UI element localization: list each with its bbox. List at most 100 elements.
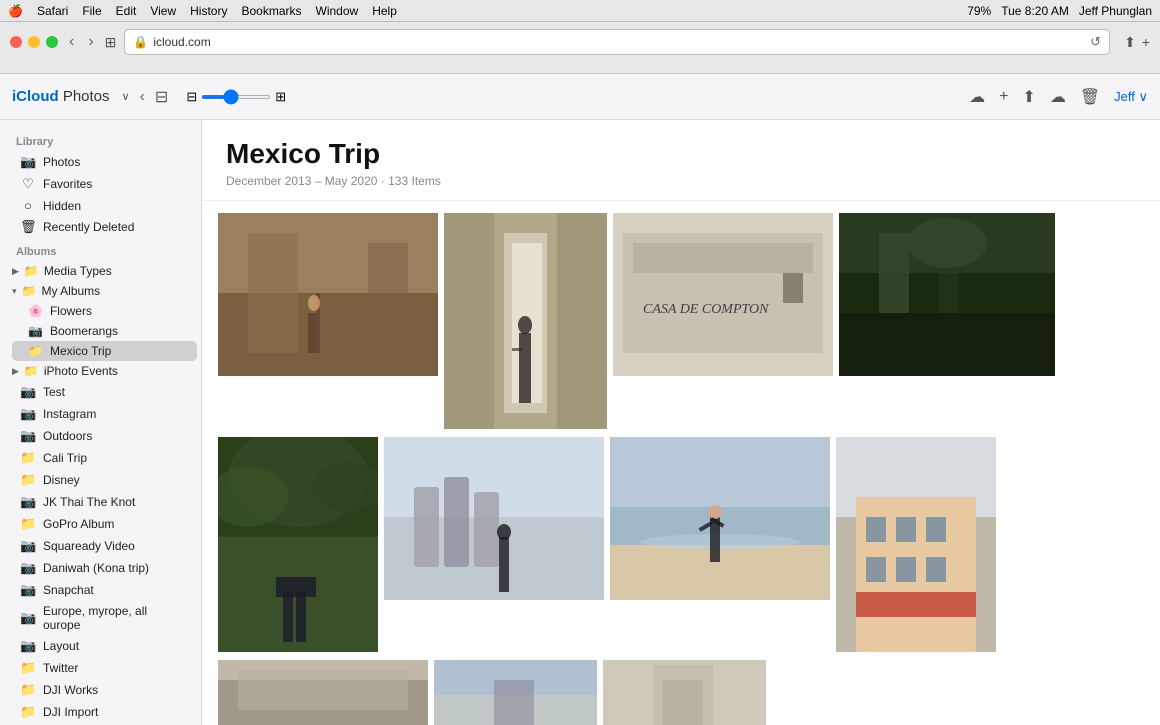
photo-row	[218, 660, 1144, 725]
sidebar-item-label: Snapchat	[43, 583, 94, 597]
dji-works-icon: 📁	[20, 682, 36, 698]
maximize-window-button[interactable]	[46, 36, 58, 48]
photo-item[interactable]: CASA DE COMPTON	[613, 213, 833, 376]
photo-item[interactable]	[444, 213, 607, 429]
sidebar-item-photos[interactable]: 📷 Photos	[4, 151, 197, 173]
sidebar-item-label: Daniwah (Kona trip)	[43, 561, 149, 575]
add-button[interactable]: +	[999, 88, 1008, 106]
sidebar-item-hidden[interactable]: ○ Hidden	[4, 195, 197, 216]
photo-item[interactable]	[218, 437, 378, 652]
squaready-icon: 📷	[20, 538, 36, 554]
new-tab-button[interactable]: +	[1142, 34, 1150, 50]
photo-item[interactable]	[839, 213, 1055, 376]
sidebar-item-twitter[interactable]: 📁 Twitter	[4, 657, 197, 679]
zoom-slider[interactable]	[201, 95, 271, 99]
sidebar-item-cali-trip[interactable]: 📁 Cali Trip	[4, 447, 197, 469]
album-date-range: December 2013 – May 2020	[226, 174, 377, 188]
photo-item[interactable]	[610, 437, 830, 600]
apple-menu-icon[interactable]: 🍎	[8, 4, 23, 18]
album-dot: ·	[381, 174, 385, 188]
sidebar-media-types[interactable]: ▶ 📁 Media Types	[4, 261, 197, 281]
albums-section-label: Albums	[0, 238, 201, 261]
share-photos-button[interactable]: ⬆	[1022, 87, 1035, 107]
test-icon: 📷	[20, 384, 36, 400]
album-header: Mexico Trip December 2013 – May 2020 · 1…	[202, 120, 1160, 201]
zoom-min-icon: ⊟	[186, 89, 197, 105]
sidebar-item-label: DJI Import	[43, 705, 98, 719]
photo-item[interactable]	[603, 660, 766, 725]
header-actions: ☁ + ⬆ ☁ 🗑 Jeff ∨	[969, 87, 1148, 107]
download-button[interactable]: ☁	[1050, 87, 1066, 107]
flowers-icon: 🌸	[28, 304, 43, 318]
menubar: 🍎 Safari File Edit View History Bookmark…	[0, 0, 1160, 22]
my-albums-icon: 📁	[22, 284, 37, 298]
sidebar-item-instagram[interactable]: 📷 Instagram	[4, 403, 197, 425]
photo-item[interactable]	[218, 213, 438, 376]
close-window-button[interactable]	[10, 36, 22, 48]
sidebar-item-favorites[interactable]: ♡ Favorites	[4, 173, 197, 195]
tab-overview-button[interactable]: ⊞	[105, 34, 117, 51]
sidebar-item-dji-import[interactable]: 📁 DJI Import	[4, 701, 197, 723]
forward-button[interactable]: ›	[85, 33, 96, 51]
delete-button[interactable]: 🗑	[1080, 87, 1100, 107]
sidebar-item-mexico-trip[interactable]: 📁 Mexico Trip	[12, 341, 197, 361]
sidebar-my-albums[interactable]: ▾ 📁 My Albums	[4, 281, 197, 301]
menu-help[interactable]: Help	[372, 4, 397, 18]
sidebar-item-europe[interactable]: 📷 Europe, myrope, all ourope	[4, 601, 197, 635]
photos-icon: 📷	[20, 154, 36, 170]
reload-button[interactable]: ↺	[1090, 34, 1101, 50]
sidebar-toggle-button[interactable]: ⊟	[155, 87, 168, 107]
album-meta: December 2013 – May 2020 · 133 Items	[226, 174, 1136, 188]
sidebar-item-label: Mexico Trip	[50, 344, 111, 358]
photos-grid: CASA DE COMPTON	[202, 201, 1160, 725]
sidebar-item-dji-works[interactable]: 📁 DJI Works	[4, 679, 197, 701]
nav-back-button[interactable]: ‹	[140, 88, 145, 106]
sidebar-item-label: Instagram	[43, 407, 96, 421]
sidebar-item-test[interactable]: 📷 Test	[4, 381, 197, 403]
menu-file[interactable]: File	[82, 4, 101, 18]
logo-bold: iCloud	[12, 88, 59, 105]
sidebar-item-gopro[interactable]: 📁 GoPro Album	[4, 513, 197, 535]
trash-icon: 🗑	[20, 219, 36, 235]
sidebar-item-recently-deleted[interactable]: 🗑 Recently Deleted	[4, 216, 197, 238]
menu-safari[interactable]: Safari	[37, 4, 68, 18]
photo-item[interactable]	[384, 437, 604, 600]
upload-button[interactable]: ☁	[969, 87, 985, 107]
instagram-icon: 📷	[20, 406, 36, 422]
photo-item[interactable]	[434, 660, 597, 725]
snapchat-icon: 📷	[20, 582, 36, 598]
photos-menu-chevron[interactable]: ∨	[122, 90, 130, 103]
sidebar-item-disney[interactable]: 📁 Disney	[4, 469, 197, 491]
user-menu-button[interactable]: Jeff ∨	[1114, 89, 1148, 105]
minimize-window-button[interactable]	[28, 36, 40, 48]
menu-bookmarks[interactable]: Bookmarks	[241, 4, 301, 18]
address-bar[interactable]: 🔒 icloud.com ↺	[124, 29, 1110, 55]
gopro-icon: 📁	[20, 516, 36, 532]
photo-item[interactable]	[836, 437, 996, 652]
favorites-icon: ♡	[20, 176, 36, 192]
menu-view[interactable]: View	[150, 4, 176, 18]
sidebar-item-label: Hidden	[43, 199, 81, 213]
sidebar-item-layout[interactable]: 📷 Layout	[4, 635, 197, 657]
outdoors-icon: 📷	[20, 428, 36, 444]
boomerangs-icon: 📷	[28, 324, 43, 338]
photo-item[interactable]	[218, 660, 428, 725]
menu-edit[interactable]: Edit	[116, 4, 137, 18]
sidebar-item-snapchat[interactable]: 📷 Snapchat	[4, 579, 197, 601]
media-types-icon: 📁	[24, 264, 39, 278]
sidebar-item-label: Recently Deleted	[43, 220, 134, 234]
sidebar-item-jk-thai[interactable]: 📷 JK Thai The Knot	[4, 491, 197, 513]
menu-window[interactable]: Window	[316, 4, 359, 18]
sidebar-item-boomerangs[interactable]: 📷 Boomerangs	[12, 321, 197, 341]
sidebar-iphoto-events[interactable]: ▶ 📁 iPhoto Events	[4, 361, 197, 381]
sidebar-item-flowers[interactable]: 🌸 Flowers	[12, 301, 197, 321]
menu-history[interactable]: History	[190, 4, 227, 18]
share-button[interactable]: ⬆	[1124, 34, 1136, 51]
sidebar-item-label: Europe, myrope, all ourope	[43, 604, 181, 632]
chevron-right-icon: ▶	[12, 366, 19, 377]
sidebar-item-label: Twitter	[43, 661, 78, 675]
sidebar-item-outdoors[interactable]: 📷 Outdoors	[4, 425, 197, 447]
sidebar-item-daniwah[interactable]: 📷 Daniwah (Kona trip)	[4, 557, 197, 579]
sidebar-item-squaready[interactable]: 📷 Squaready Video	[4, 535, 197, 557]
back-button[interactable]: ‹	[66, 33, 77, 51]
